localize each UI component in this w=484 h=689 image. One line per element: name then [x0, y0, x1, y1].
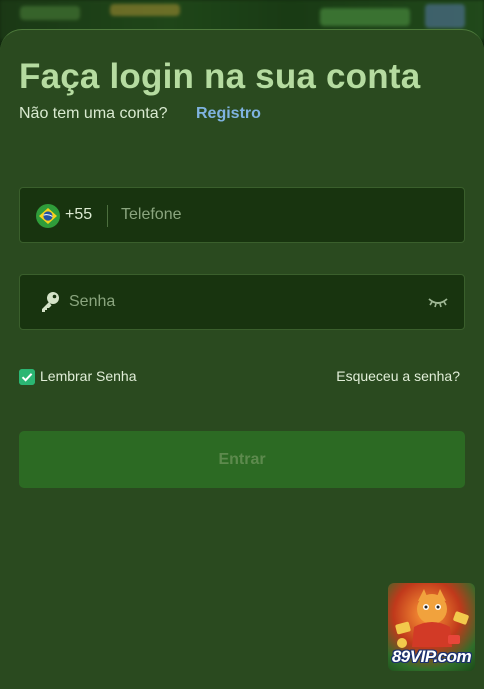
brazil-flag-icon[interactable]: [36, 204, 60, 228]
promo-logo-text: 89VIP.com: [391, 647, 472, 666]
key-icon: [42, 292, 59, 312]
forgot-password-link[interactable]: Esqueceu a senha?: [336, 368, 460, 384]
login-button[interactable]: Entrar: [19, 431, 465, 488]
promo-badge[interactable]: 89VIP.com: [388, 583, 475, 671]
field-divider: [107, 205, 108, 227]
password-field[interactable]: [19, 274, 465, 330]
password-input[interactable]: [69, 275, 409, 329]
page-title: Faça login na sua conta: [19, 57, 421, 96]
remember-checkbox[interactable]: [19, 369, 35, 385]
eye-closed-icon[interactable]: [428, 295, 448, 309]
promo-character-icon: [395, 589, 469, 648]
phone-field[interactable]: +55: [19, 187, 465, 243]
no-account-text: Não tem uma conta?: [19, 105, 168, 122]
phone-input[interactable]: [121, 188, 451, 242]
country-code[interactable]: +55: [65, 206, 92, 224]
remember-label[interactable]: Lembrar Senha: [40, 368, 137, 384]
register-link[interactable]: Registro: [196, 105, 261, 123]
